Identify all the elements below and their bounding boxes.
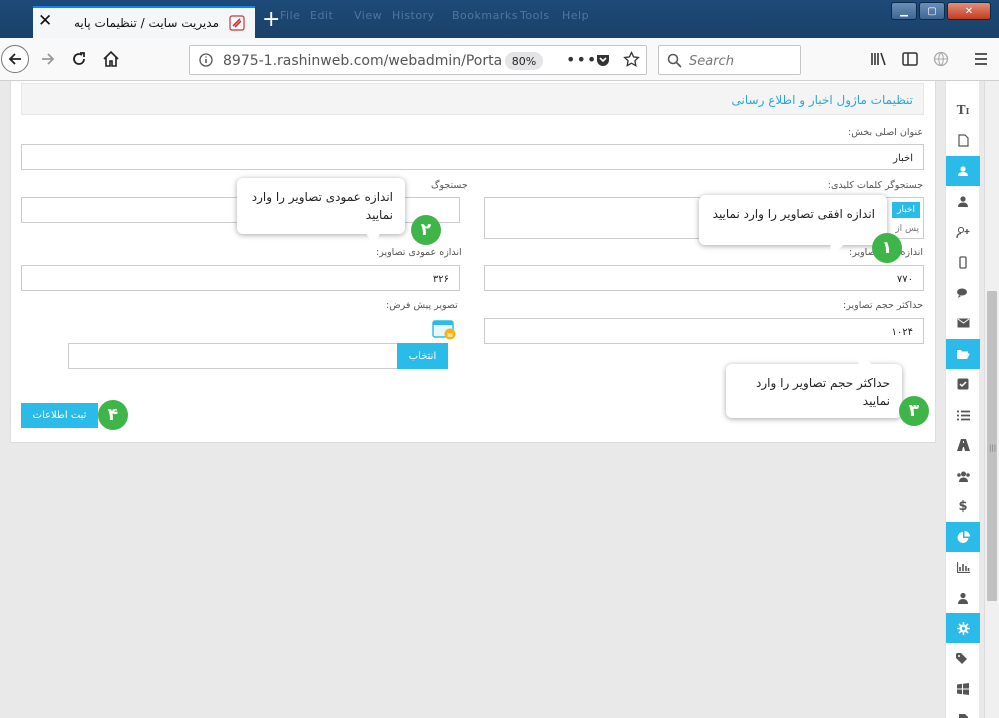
users-group-icon[interactable]	[946, 156, 980, 186]
step-badge-3: ۳	[899, 396, 929, 426]
road-icon[interactable]	[946, 430, 980, 460]
tab-title: مدیریت سایت / تنظیمات پایه	[73, 16, 219, 30]
close-window-button[interactable]: ✕	[947, 2, 991, 20]
pie-chart-icon[interactable]	[946, 522, 980, 552]
bookmark-star-icon[interactable]	[623, 51, 640, 68]
windows-icon[interactable]	[946, 674, 980, 704]
search-label-left: جستجوگ	[431, 180, 468, 191]
url-text: 8975-1.rashinweb.com/webadmin/Porta	[223, 53, 503, 69]
menu-item-help[interactable]: Help	[562, 9, 589, 22]
folder-open-icon[interactable]	[946, 339, 980, 369]
mail-icon[interactable]	[946, 308, 980, 338]
horizontal-size-input[interactable]: ۷۷۰	[484, 265, 924, 291]
page-actions-icon[interactable]: •••	[566, 50, 597, 69]
max-size-input[interactable]: ۱۰۲۴	[484, 318, 924, 344]
default-image-label: تصویر پیش فرض:	[386, 300, 458, 311]
home-button[interactable]	[98, 46, 124, 72]
page-icon-bottom[interactable]	[946, 704, 980, 718]
bar-chart-icon[interactable]	[946, 552, 980, 582]
search-placeholder: Search	[689, 54, 734, 69]
menu-item-tools[interactable]: Tools	[520, 9, 550, 22]
vertical-scrollbar[interactable]: |||	[984, 81, 999, 718]
hamburger-menu-icon[interactable]	[974, 52, 988, 66]
menu-item-view[interactable]: View	[354, 9, 382, 22]
reload-icon	[73, 52, 85, 65]
mobile-icon[interactable]	[946, 247, 980, 277]
callout-horizontal-size: اندازه افقی تصاویر را وارد نمایید	[699, 195, 887, 245]
vertical-size-input[interactable]: ۳۲۶	[21, 265, 460, 291]
globe-icon[interactable]	[933, 51, 949, 67]
main-title-input[interactable]: اخبار	[21, 144, 924, 170]
scrollbar-grip-icon: |||	[989, 444, 997, 452]
callout-max-size: حداکثر حجم تصاویر را وارد نمایید	[726, 364, 902, 418]
reload-button[interactable]	[66, 46, 92, 72]
horizontal-size-label-start: اندازه	[900, 247, 923, 258]
text-icon[interactable]: TI	[946, 95, 980, 125]
user-add-icon[interactable]	[946, 217, 980, 247]
gear-icon[interactable]	[946, 613, 980, 643]
main-title-label: عنوان اصلی بخش:	[848, 127, 923, 138]
keyword-after-text: پس از	[895, 224, 919, 234]
sidebar-toggle-icon[interactable]	[902, 51, 918, 67]
title-bar: File Edit View History Bookmarks Tools Help مد…	[0, 0, 999, 38]
user-icon[interactable]	[946, 186, 980, 216]
step-badge-2: ۲	[411, 215, 441, 245]
step-badge-1: ۱	[872, 233, 902, 263]
submit-button[interactable]: ثبت اطلاعات	[21, 403, 98, 428]
pocket-icon[interactable]	[595, 52, 611, 68]
admin-sidebar: TI $	[945, 81, 980, 718]
choose-image-button[interactable]: انتخاب	[397, 343, 448, 369]
tab-active[interactable]: مدیریت سایت / تنظیمات پایه ✕	[33, 6, 255, 38]
page-content: تنظیمات ماژول اخبار و اطلاع رسانی عنوان …	[0, 81, 984, 718]
tags-icon[interactable]	[946, 644, 980, 674]
menu-item-edit[interactable]: Edit	[310, 9, 333, 22]
url-bar[interactable]: 8975-1.rashinweb.com/webadmin/Porta 80% …	[189, 45, 647, 75]
arrow-left-icon	[8, 53, 21, 65]
search-input[interactable]: Search	[658, 45, 801, 75]
home-icon	[103, 50, 119, 67]
browser-window: { "browser":{ "ghost_menu":["File","Edit…	[0, 0, 999, 718]
dollar-icon[interactable]: $	[946, 491, 980, 521]
section-header: تنظیمات ماژول اخبار و اطلاع رسانی	[21, 83, 924, 115]
minimize-button[interactable]: ▁	[891, 2, 917, 20]
list-icon[interactable]	[946, 400, 980, 430]
tab-close-icon[interactable]: ✕	[38, 12, 52, 30]
keyword-tag[interactable]: اخبار	[892, 202, 920, 218]
forward-button[interactable]	[35, 46, 61, 72]
zoom-level-badge[interactable]: 80%	[505, 52, 543, 70]
new-tab-icon[interactable]: +	[262, 9, 280, 31]
menu-item-file[interactable]: File	[280, 9, 300, 22]
callout-vertical-size: اندازه عمودی تصاویر را وارد نمایید	[237, 178, 405, 234]
step-badge-4: ۴	[98, 400, 128, 430]
group-icon[interactable]	[946, 461, 980, 491]
library-icon[interactable]	[871, 52, 887, 66]
arrow-right-icon	[42, 53, 55, 65]
default-image-icon	[432, 320, 456, 340]
image-path-input[interactable]	[68, 343, 398, 369]
keyword-search-label: جستجوگر کلمات کلیدی:	[827, 180, 923, 191]
checkbox-icon[interactable]	[946, 369, 980, 399]
user-tie-icon[interactable]	[946, 583, 980, 613]
site-favicon-icon	[229, 15, 245, 31]
menu-item-history[interactable]: History	[392, 9, 435, 22]
comments-icon[interactable]	[946, 278, 980, 308]
search-icon	[667, 53, 682, 68]
navigation-bar: 8975-1.rashinweb.com/webadmin/Porta 80% …	[0, 38, 999, 81]
page-icon[interactable]	[946, 125, 980, 155]
menu-item-bookmarks[interactable]: Bookmarks	[452, 9, 518, 22]
section-title: تنظیمات ماژول اخبار و اطلاع رسانی	[731, 93, 913, 107]
back-button[interactable]	[1, 45, 29, 73]
vertical-size-label: اندازه عمودی تصاویر:	[376, 247, 462, 258]
maximize-button[interactable]: ▢	[919, 2, 945, 20]
max-size-label: حداکثر حجم تصاویر:	[843, 300, 923, 311]
info-icon[interactable]	[199, 53, 213, 67]
